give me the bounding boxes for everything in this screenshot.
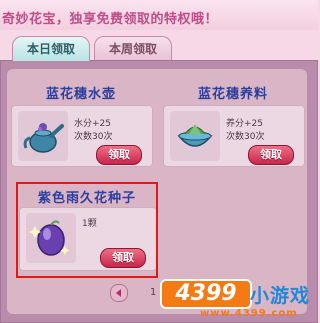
claim-button-watering-can[interactable]: 领取 <box>96 145 142 165</box>
reward-card-body: 水分+25 次数30次 领取 <box>11 105 153 167</box>
prev-page-button[interactable] <box>110 284 128 302</box>
claim-button-fertilizer[interactable]: 领取 <box>248 145 294 165</box>
tab-week-claim[interactable]: 本周领取 <box>94 36 172 61</box>
logo-number: 4399 <box>160 279 252 309</box>
reward-attr-count: 次数30次 <box>74 132 113 142</box>
page-number: 1 <box>150 287 157 298</box>
reward-title: 蓝花穗养料 <box>197 87 268 102</box>
reward-card-watering-can: 蓝花穗水壶 水分+25 次数30次 领取 <box>11 83 153 173</box>
reward-attr-count: 次数30次 <box>226 132 265 142</box>
top-banner: 奇妙花宝，独享免费领取的特权哦！ <box>0 0 318 30</box>
4399-logo: 4399 小游戏 www.4399.com <box>160 277 316 321</box>
header-text: 奇妙花宝，独享免费领取的特权哦！ <box>2 12 219 27</box>
reward-attr-water: 水分+25 <box>74 119 111 129</box>
reward-card-body: 养分+25 次数30次 领取 <box>163 105 305 167</box>
seed-highlight-box <box>16 182 158 278</box>
logo-text: 小游戏 <box>250 285 311 307</box>
blue-watering-can-icon <box>18 111 68 161</box>
chevron-left-icon <box>116 289 121 297</box>
tab-today-claim[interactable]: 本日领取 <box>12 36 90 61</box>
reward-card-fertilizer: 蓝花穗养料 养分+25 次数30次 领取 <box>163 83 305 173</box>
reward-title: 蓝花穗水壶 <box>45 87 116 102</box>
reward-attr-nutrient: 养分+25 <box>226 119 263 129</box>
blue-fertilizer-bowl-icon <box>170 111 220 161</box>
logo-domain: www.4399.com <box>200 308 298 319</box>
